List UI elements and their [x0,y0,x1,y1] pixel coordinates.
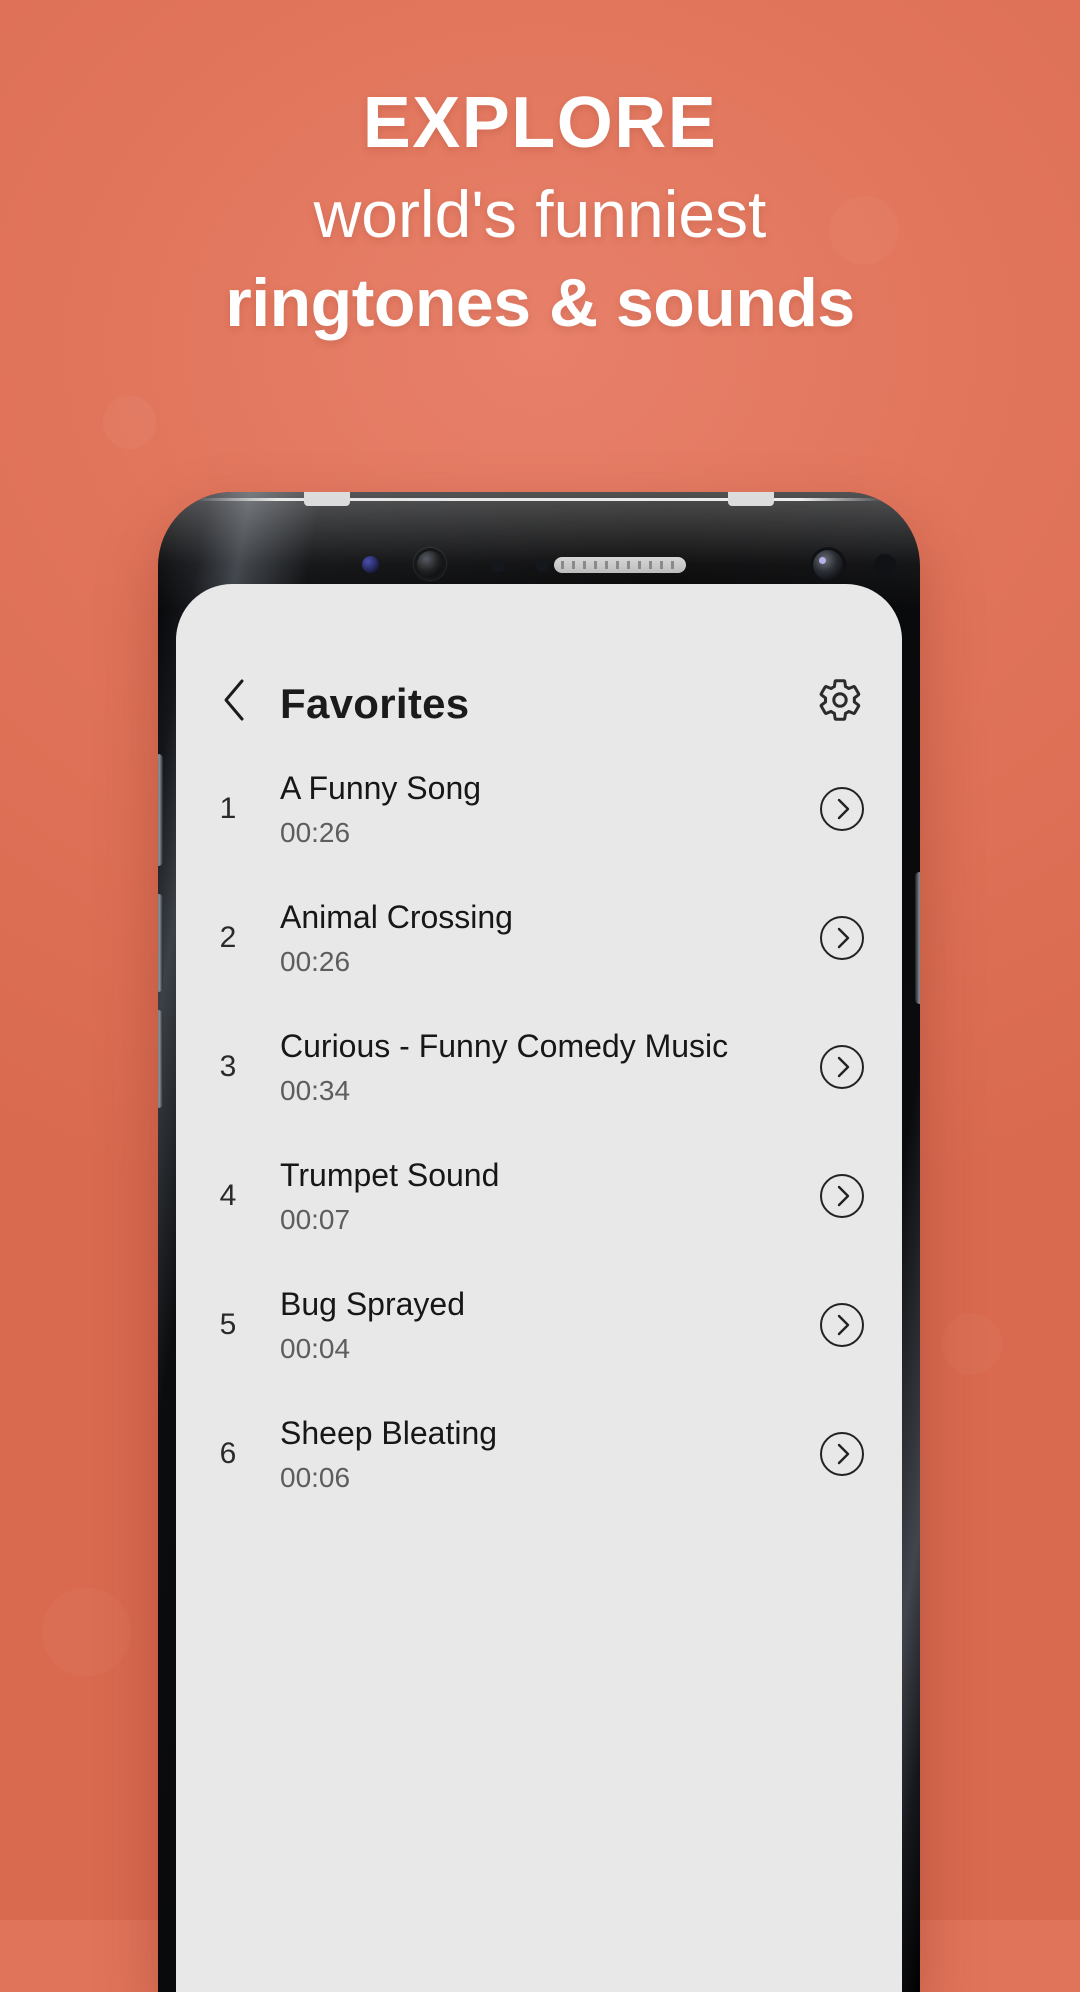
light-sensor-icon [536,559,549,572]
headline-line-3: ringtones & sounds [225,265,855,342]
item-open-button[interactable] [816,1041,868,1093]
phone-mockup: Favorites 1 A Funny Song 00:26 2 Animal … [158,492,920,1992]
phone-sensor-row [158,544,920,584]
back-button[interactable] [210,672,258,728]
chevron-right-circle-icon [820,915,864,960]
item-title: Sheep Bleating [280,1414,498,1451]
power-button[interactable] [915,872,920,1004]
headline-line-2: world's funniest [313,176,767,251]
favorites-list: 1 A Funny Song 00:26 2 Animal Crossing 0… [176,744,902,1992]
item-index: 3 [219,1049,237,1083]
chevron-right-circle-icon [820,786,864,831]
item-open-button[interactable] [816,1428,868,1480]
item-duration: 00:34 [280,1074,351,1106]
item-texts: Bug Sprayed 00:04 [280,1285,816,1365]
chevron-right-circle-icon [820,1302,864,1347]
item-duration: 00:26 [280,816,351,848]
headline-line-1: EXPLORE [362,83,718,163]
item-title: Curious - Funny Comedy Music [280,1027,729,1064]
item-title: Trumpet Sound [280,1156,500,1193]
item-title: Bug Sprayed [280,1285,466,1322]
item-texts: A Funny Song 00:26 [280,769,816,849]
item-texts: Trumpet Sound 00:07 [280,1156,816,1236]
phone-antenna-band-right [728,492,774,506]
item-index: 4 [219,1178,237,1212]
chevron-right-circle-icon [820,1044,864,1089]
proximity-sensor-icon [492,559,505,572]
item-duration: 00:26 [280,945,351,977]
iris-camera-icon [414,548,446,580]
item-duration: 00:07 [280,1203,351,1235]
phone-body: Favorites 1 A Funny Song 00:26 2 Animal … [158,492,920,1992]
list-item[interactable]: 3 Curious - Funny Comedy Music 00:34 [176,1002,902,1131]
list-item[interactable]: 4 Trumpet Sound 00:07 [176,1131,902,1260]
item-open-button[interactable] [816,1170,868,1222]
gear-icon [819,679,861,721]
chevron-left-icon [224,679,244,721]
item-index: 5 [219,1307,237,1341]
page-title: Favorites [280,680,470,727]
list-item[interactable]: 5 Bug Sprayed 00:04 [176,1260,902,1389]
list-item[interactable]: 1 A Funny Song 00:26 [176,744,902,873]
app-bar: Favorites [176,584,902,744]
phone-screen: Favorites 1 A Funny Song 00:26 2 Animal … [176,584,902,1992]
phone-top-edge [194,498,884,501]
volume-down-button[interactable] [158,894,163,992]
chevron-right-circle-icon [820,1173,864,1218]
item-index: 1 [219,791,237,825]
led-indicator-icon [874,554,896,576]
bixby-button[interactable] [158,754,163,866]
item-open-button[interactable] [816,912,868,964]
item-index: 2 [219,920,237,954]
list-item[interactable]: 6 Sheep Bleating 00:06 [176,1389,902,1518]
iris-sensor-icon [362,556,379,573]
item-texts: Animal Crossing 00:26 [280,898,816,978]
item-open-button[interactable] [816,1299,868,1351]
item-index: 6 [219,1436,237,1470]
phone-antenna-band-left [304,492,350,506]
item-duration: 00:04 [280,1332,351,1364]
earpiece-speaker [554,557,686,573]
item-title: A Funny Song [280,769,482,806]
chevron-right-circle-icon [820,1431,864,1476]
volume-up-button[interactable] [158,1010,163,1108]
item-open-button[interactable] [816,783,868,835]
list-item[interactable]: 2 Animal Crossing 00:26 [176,873,902,1002]
promo-headline: EXPLORE world's funniest ringtones & sou… [0,83,1080,345]
item-texts: Curious - Funny Comedy Music 00:34 [280,1027,816,1107]
item-texts: Sheep Bleating 00:06 [280,1414,816,1494]
front-camera-icon [810,547,846,583]
item-duration: 00:06 [280,1461,351,1493]
item-title: Animal Crossing [280,898,513,935]
settings-button[interactable] [812,672,868,728]
